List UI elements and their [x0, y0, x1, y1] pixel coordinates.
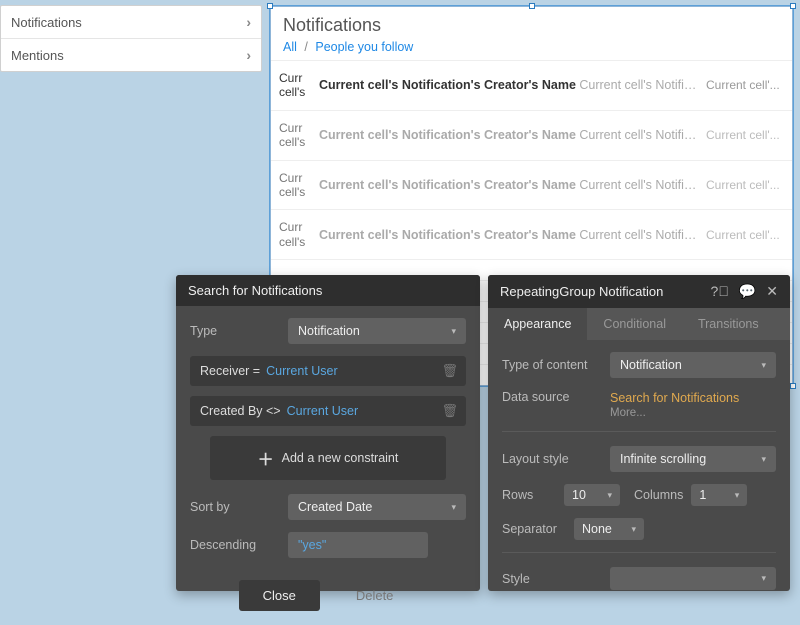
divider: [502, 431, 776, 432]
close-icon[interactable]: ✕: [766, 283, 778, 300]
close-button[interactable]: Close: [239, 580, 320, 611]
notification-row[interactable]: Curr cell's Current cell's Notification'…: [271, 160, 792, 210]
tab-appearance[interactable]: Appearance: [488, 308, 587, 340]
data-source-label: Data source: [502, 390, 602, 404]
tab-transitions[interactable]: Transitions: [682, 308, 775, 340]
descending-input[interactable]: [288, 532, 428, 558]
data-source-more[interactable]: More...: [610, 407, 776, 419]
constraint-value[interactable]: Current User: [287, 404, 359, 418]
columns-label: Columns: [634, 488, 683, 502]
inspector-title-bar[interactable]: RepeatingGroup Notification ?⃝ 💬 ✕: [488, 275, 790, 308]
trash-icon[interactable]: 🗑: [441, 363, 458, 379]
sidebar: Notifications › Mentions ›: [0, 5, 262, 72]
divider: [502, 552, 776, 553]
sort-label: Sort by: [190, 500, 280, 514]
chevron-down-icon: ▾: [631, 524, 636, 535]
style-dropdown[interactable]: ▾: [610, 567, 776, 590]
notification-row[interactable]: Curr cell's Current cell's Notification'…: [271, 209, 792, 259]
columns-dropdown[interactable]: 1▾: [691, 484, 747, 506]
add-constraint-button[interactable]: ＋ Add a new constraint: [210, 436, 446, 480]
resize-handle[interactable]: [790, 3, 796, 9]
type-of-content-label: Type of content: [502, 358, 602, 372]
row-avatar-placeholder: Curr cell's: [279, 121, 311, 150]
row-meta: Current cell'...: [706, 178, 784, 192]
sidebar-item-label: Mentions: [11, 48, 64, 63]
chevron-down-icon: ▾: [761, 360, 766, 371]
chevron-down-icon: ▾: [761, 454, 766, 465]
resize-handle[interactable]: [529, 3, 535, 9]
row-avatar-placeholder: Curr cell's: [279, 171, 311, 200]
chevron-right-icon: ›: [246, 14, 251, 30]
sidebar-item-label: Notifications: [11, 15, 82, 30]
sidebar-item-mentions[interactable]: Mentions ›: [1, 39, 261, 71]
row-text: Current cell's Notification's Creator's …: [319, 128, 698, 142]
data-source-value[interactable]: Search for Notifications: [610, 391, 739, 405]
type-dropdown[interactable]: Notification▾: [288, 318, 466, 344]
descending-label: Descending: [190, 538, 280, 552]
rows-label: Rows: [502, 488, 556, 502]
row-meta: Current cell'...: [706, 128, 784, 142]
inspector-title: Search for Notifications: [188, 283, 322, 298]
row-text: Current cell's Notification's Creator's …: [319, 178, 698, 192]
row-avatar-placeholder: Curr cell's: [279, 71, 311, 100]
separator-dropdown[interactable]: None▾: [574, 518, 644, 540]
panel-header: Notifications All / People you follow: [271, 7, 792, 60]
inspector-title-bar[interactable]: Search for Notifications: [176, 275, 480, 306]
chevron-down-icon: ▾: [761, 573, 766, 584]
inspector-tabs: Appearance Conditional Transitions: [488, 308, 790, 340]
constraint-row[interactable]: Receiver = Current User 🗑: [190, 356, 466, 386]
chevron-down-icon: ▾: [607, 490, 612, 501]
search-inspector[interactable]: Search for Notifications Type Notificati…: [176, 275, 480, 591]
repeatinggroup-inspector[interactable]: RepeatingGroup Notification ?⃝ 💬 ✕ Appea…: [488, 275, 790, 591]
chevron-down-icon: ▾: [451, 502, 456, 513]
constraint-field: Receiver =: [200, 364, 260, 378]
sidebar-item-notifications[interactable]: Notifications ›: [1, 6, 261, 39]
rows-dropdown[interactable]: 10▾: [564, 484, 620, 506]
row-text: Current cell's Notification's Creator's …: [319, 78, 698, 92]
resize-handle[interactable]: [790, 383, 796, 389]
type-label: Type: [190, 324, 280, 338]
type-of-content-dropdown[interactable]: Notification▾: [610, 352, 776, 378]
constraint-field: Created By <>: [200, 404, 281, 418]
resize-handle[interactable]: [267, 3, 273, 9]
breadcrumb: All / People you follow: [283, 40, 780, 54]
separator-label: Separator: [502, 522, 566, 536]
trash-icon[interactable]: 🗑: [441, 403, 458, 419]
chevron-down-icon: ▾: [735, 490, 740, 501]
plus-icon: ＋: [258, 446, 274, 470]
row-avatar-placeholder: Curr cell's: [279, 220, 311, 249]
breadcrumb-all[interactable]: All: [283, 40, 297, 54]
inspector-title: RepeatingGroup Notification: [500, 284, 663, 299]
constraint-row[interactable]: Created By <> Current User 🗑: [190, 396, 466, 426]
row-meta: Current cell'...: [706, 228, 784, 242]
row-text: Current cell's Notification's Creator's …: [319, 228, 698, 242]
tab-conditional[interactable]: Conditional: [587, 308, 682, 340]
panel-title: Notifications: [283, 15, 780, 36]
sort-dropdown[interactable]: Created Date▾: [288, 494, 466, 520]
layout-style-dropdown[interactable]: Infinite scrolling▾: [610, 446, 776, 472]
chevron-down-icon: ▾: [451, 326, 456, 337]
constraint-value[interactable]: Current User: [266, 364, 338, 378]
comment-icon[interactable]: 💬: [739, 283, 756, 300]
help-icon[interactable]: ?⃝: [711, 283, 729, 300]
chevron-right-icon: ›: [246, 47, 251, 63]
delete-button[interactable]: Delete: [332, 580, 418, 611]
notification-row[interactable]: Curr cell's Current cell's Notification'…: [271, 60, 792, 110]
breadcrumb-follow[interactable]: People you follow: [315, 40, 413, 54]
style-label: Style: [502, 572, 602, 586]
breadcrumb-sep: /: [304, 40, 307, 54]
notification-row[interactable]: Curr cell's Current cell's Notification'…: [271, 110, 792, 160]
layout-style-label: Layout style: [502, 452, 602, 466]
row-meta: Current cell'...: [706, 78, 784, 92]
